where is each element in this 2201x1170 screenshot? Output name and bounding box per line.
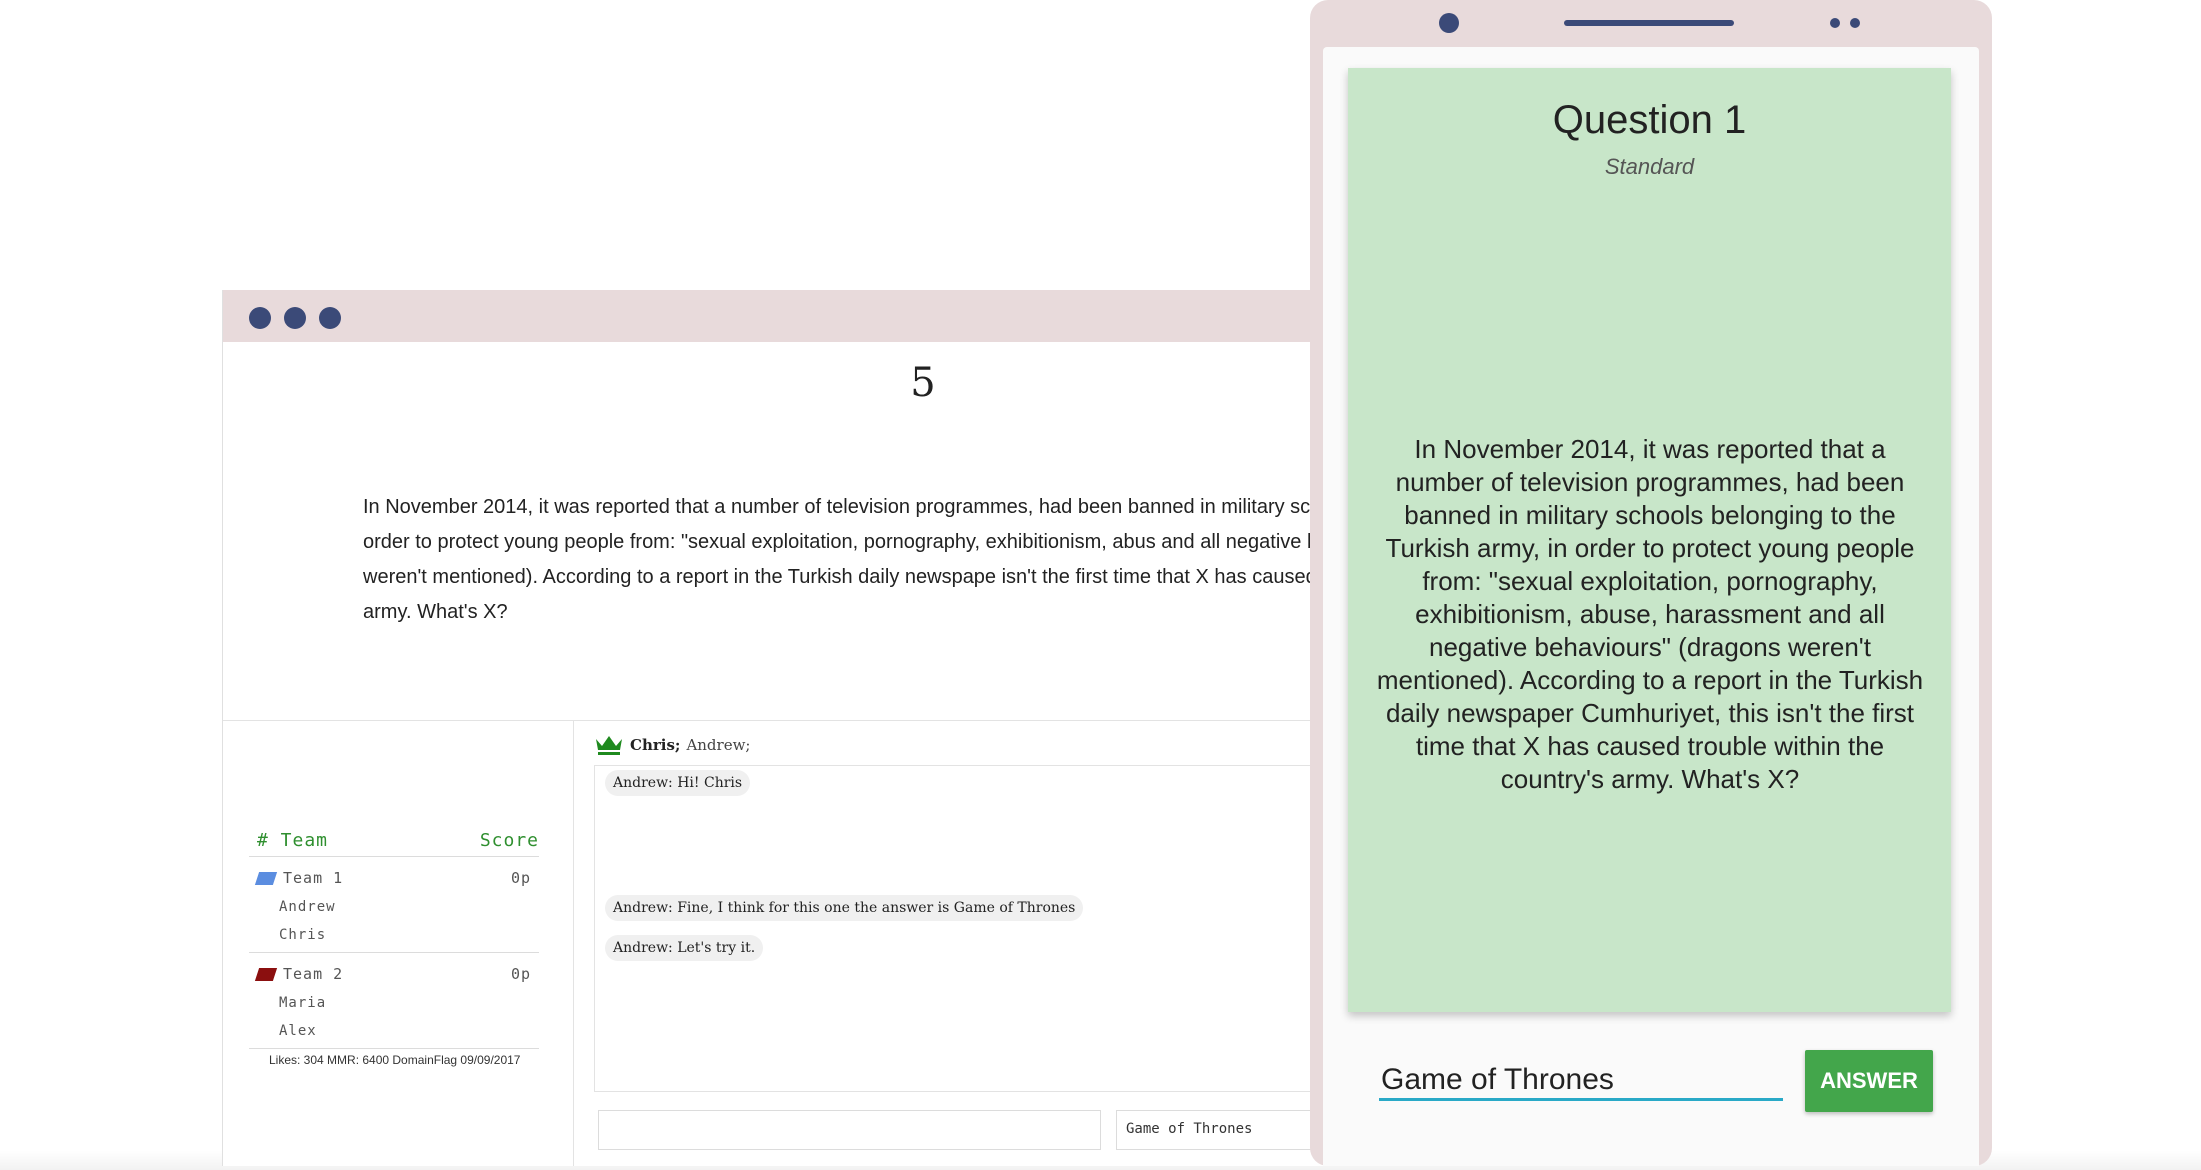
phone-sensor-icon [1830,18,1840,28]
chat-participants: Andrew; [686,736,751,754]
chat-header: Chris; Andrew; [594,733,750,757]
team-score: 0p [510,869,531,887]
team-member: Alex [279,1023,317,1039]
scoreboard: # Team Score Team 1 0p Andrew Chris Team… [223,721,574,1166]
score-column-header: Score [479,830,539,851]
question-title: Question 1 [1552,98,1747,142]
scoreboard-header: # Team Score [257,830,539,851]
phone-screen: Question 1 Standard In November 2014, it… [1323,47,1979,1166]
question-number: 5 [910,360,936,406]
chat-message: Andrew: Let's try it. [605,935,764,961]
player-stats-footer: Likes: 304 MMR: 6400 DomainFlag 09/09/20… [269,1053,521,1067]
chat-input[interactable] [598,1110,1101,1150]
crown-icon [596,736,622,755]
window-dot-icon[interactable] [249,307,271,329]
phone-mockup: Question 1 Standard In November 2014, it… [1310,0,1992,1166]
team-name: Team 1 [283,869,344,887]
desktop-question-text: In November 2014, it was reported that a… [363,496,1383,623]
scoreboard-rule [249,856,539,857]
question-card: Question 1 Standard In November 2014, it… [1348,68,1951,1012]
team-member: Maria [279,995,327,1011]
chat-panel: Chris; Andrew; Andrew: Hi! Chris Andrew:… [574,721,1383,1166]
window-dot-icon[interactable] [284,307,306,329]
window-dot-icon[interactable] [319,307,341,329]
team-member: Chris [279,927,327,943]
browser-title-bar [223,290,1383,342]
phone-speaker [1564,20,1734,26]
answer-input[interactable] [1379,1061,1783,1101]
chat-message: Andrew: Hi! Chris [605,770,751,796]
scoreboard-rule [249,952,539,953]
chat-messages[interactable]: Andrew: Hi! Chris Andrew: Fine, I think … [594,765,1383,1092]
answer-button[interactable]: ANSWER [1805,1050,1933,1112]
team-row: Team 2 0p [254,965,531,983]
team-name: Team 2 [283,965,344,983]
desktop-browser-window: 5 In November 2014, it was reported that… [222,290,1383,1166]
chat-message: Andrew: Fine, I think for this one the a… [605,895,1084,921]
team-score: 0p [510,965,531,983]
team-member: Andrew [279,899,336,915]
team-row: Team 1 0p [254,869,531,887]
chat-leader-name: Chris; [630,736,681,754]
team-flag-icon [254,871,278,885]
team-column-header: # Team [257,830,329,851]
question-category: Standard [1604,154,1695,179]
phone-camera-icon [1439,13,1459,33]
scoreboard-rule [249,1048,539,1049]
team-flag-icon [254,967,278,981]
phone-sensor-icon [1850,18,1860,28]
question-text: In November 2014, it was reported that a… [1376,434,1924,794]
